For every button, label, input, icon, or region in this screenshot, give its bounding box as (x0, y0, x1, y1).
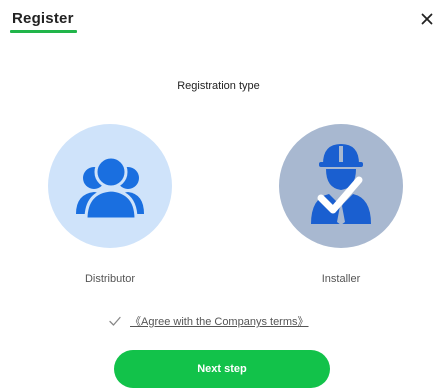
registration-type-heading: Registration type (177, 80, 260, 92)
dialog-title: Register (12, 10, 74, 27)
distributor-label: Distributor (84, 273, 136, 285)
users-group-icon (76, 155, 144, 221)
title-underline (10, 30, 77, 33)
installer-worker-icon (311, 144, 371, 225)
close-icon[interactable] (420, 12, 434, 26)
agreement-row: 《Agree with the Companys terms》 (108, 313, 309, 329)
installer-label: Installer (321, 273, 361, 285)
distributor-option[interactable] (48, 124, 172, 248)
installer-option[interactable] (279, 124, 403, 248)
register-dialog: Register Registration type Distributor I… (0, 0, 437, 388)
next-step-button[interactable]: Next step (114, 350, 330, 388)
terms-link[interactable]: 《Agree with the Companys terms》 (130, 313, 309, 329)
checkbox-checked-icon[interactable] (108, 314, 122, 328)
